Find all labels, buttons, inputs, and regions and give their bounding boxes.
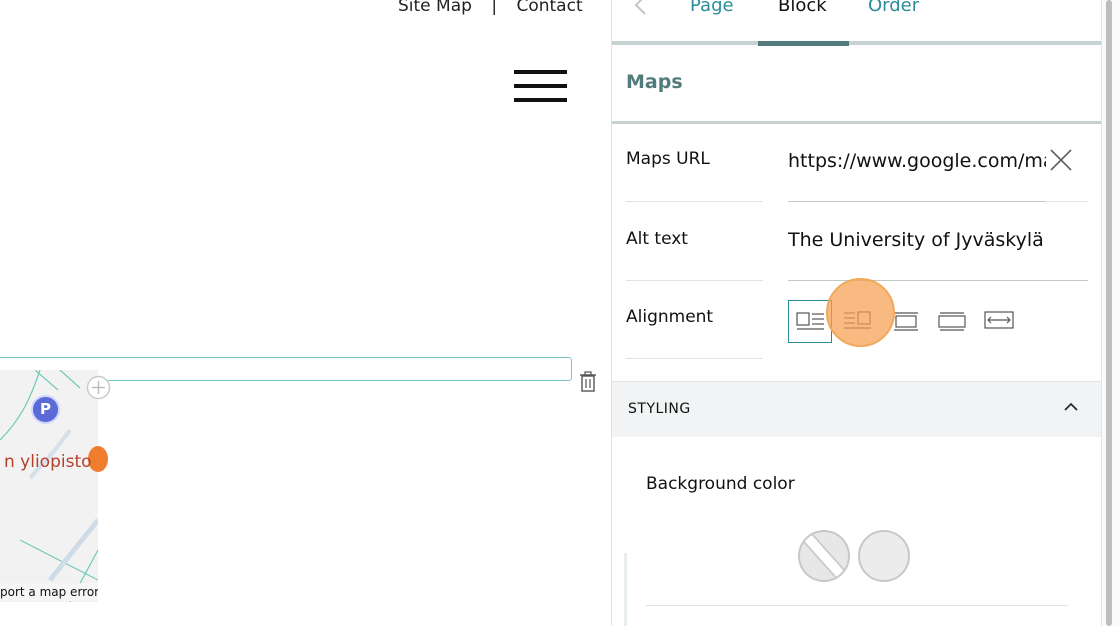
styling-divider <box>646 605 1068 606</box>
parking-marker-icon: P <box>31 395 60 424</box>
contact-link[interactable]: Contact <box>516 0 582 16</box>
label-divider <box>626 280 763 281</box>
site-top-nav: Site Map | Contact <box>398 0 583 16</box>
tab-page[interactable]: Page <box>690 0 734 16</box>
swatch-light-grey[interactable] <box>858 530 910 582</box>
styling-label: STYLING <box>628 401 691 417</box>
tab-order[interactable]: Order <box>868 0 919 16</box>
swatch-none[interactable] <box>798 530 850 582</box>
maps-url-underline-end <box>1045 201 1088 202</box>
align-full-width-icon <box>984 311 1014 329</box>
chevron-left-icon[interactable] <box>632 0 650 16</box>
alt-text-field[interactable]: The University of Jyväskylä <box>788 229 1088 251</box>
menu-icon[interactable] <box>514 70 568 102</box>
add-block-icon[interactable] <box>86 375 111 400</box>
no-color-icon <box>803 533 847 580</box>
tab-active-indicator <box>758 41 849 46</box>
maps-url-underline <box>788 201 1045 202</box>
maps-url-label: Maps URL <box>626 149 710 169</box>
scrollbar[interactable] <box>1101 0 1120 626</box>
maps-url-field[interactable]: https://www.google.com/maps/embed?pb= <box>788 150 1046 172</box>
alt-text-underline <box>788 280 1088 281</box>
map-place-label: n yliopisto <box>4 452 92 472</box>
align-full-center-icon <box>938 312 966 331</box>
background-color-label: Background color <box>646 474 795 494</box>
section-divider <box>612 121 1101 124</box>
chevron-up-icon[interactable] <box>1062 400 1080 414</box>
label-divider <box>626 358 763 359</box>
scrollbar-thumb[interactable] <box>1106 0 1112 626</box>
click-indicator <box>826 278 895 347</box>
align-full-width-button[interactable] <box>977 300 1021 343</box>
report-map-error-link[interactable]: port a map error <box>0 583 98 601</box>
tab-underline <box>612 41 1101 45</box>
site-map-link[interactable]: Site Map <box>398 0 472 16</box>
panel-accent <box>624 553 627 626</box>
sidebar-tabs: Page Block Order <box>612 0 1101 46</box>
align-full-center-button[interactable] <box>930 300 974 343</box>
tab-block[interactable]: Block <box>778 0 827 16</box>
alignment-label: Alignment <box>626 307 714 327</box>
label-divider <box>626 201 763 202</box>
close-icon[interactable] <box>1049 148 1073 172</box>
editor-screen: Site Map | Contact P n yliopisto port a … <box>0 0 1120 626</box>
styling-section-header[interactable]: STYLING <box>612 381 1101 437</box>
alt-text-label: Alt text <box>626 229 688 249</box>
section-title: Maps <box>626 71 683 93</box>
settings-sidebar: Page Block Order Maps Maps URL https://w… <box>611 0 1101 626</box>
trash-icon[interactable] <box>579 371 597 393</box>
nav-separator: | <box>491 0 498 16</box>
